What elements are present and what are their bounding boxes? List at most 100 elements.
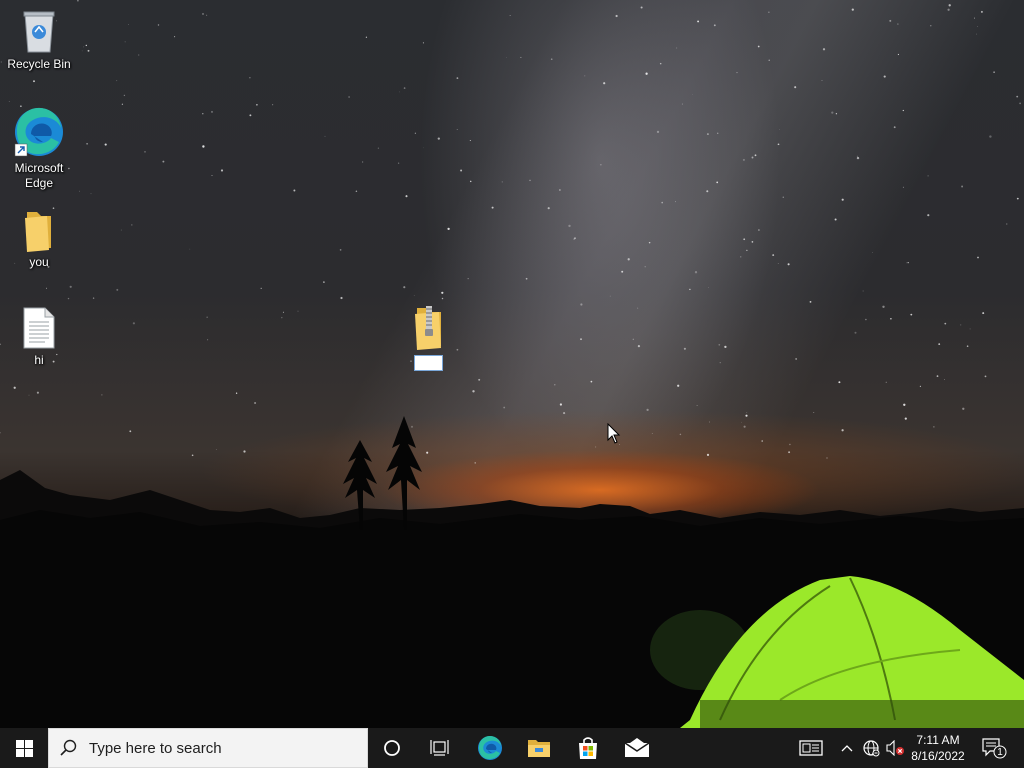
- star: [554, 384, 556, 386]
- star: [681, 103, 683, 105]
- star: [469, 180, 472, 183]
- star: [456, 77, 459, 79]
- star: [399, 91, 401, 93]
- network-button[interactable]: [860, 728, 882, 768]
- volume-button[interactable]: [884, 728, 906, 768]
- star: [574, 237, 576, 240]
- rename-input[interactable]: [414, 355, 443, 371]
- taskbar-mail-button[interactable]: [613, 728, 661, 768]
- star: [202, 13, 204, 15]
- star: [973, 17, 975, 19]
- star: [422, 42, 424, 44]
- star: [580, 303, 583, 306]
- taskbar-edge-button[interactable]: [466, 728, 514, 768]
- star: [413, 294, 415, 296]
- star: [677, 384, 680, 387]
- star: [520, 56, 522, 58]
- star: [272, 104, 274, 106]
- star: [355, 190, 358, 193]
- text-document-icon: [23, 307, 55, 349]
- desktop-icon-microsoft-edge[interactable]: Microsoft Edge: [1, 106, 77, 191]
- star: [339, 249, 342, 251]
- star: [777, 263, 779, 264]
- star: [831, 111, 834, 114]
- star: [116, 80, 118, 82]
- star: [529, 179, 531, 182]
- star: [689, 288, 691, 291]
- star: [447, 227, 450, 231]
- star: [90, 193, 92, 195]
- star: [648, 241, 651, 244]
- star: [980, 10, 983, 13]
- star: [809, 300, 812, 303]
- star: [132, 322, 135, 325]
- star: [365, 36, 368, 38]
- action-center-button[interactable]: 1: [978, 728, 1010, 768]
- star: [116, 288, 119, 291]
- star: [550, 58, 553, 61]
- taskbar-file-explorer-button[interactable]: [515, 728, 563, 768]
- search-box[interactable]: Type here to search: [48, 728, 368, 768]
- star: [584, 75, 586, 77]
- clock[interactable]: 7:11 AM 8/16/2022: [906, 728, 970, 768]
- star: [947, 8, 950, 11]
- star: [627, 258, 630, 261]
- star: [202, 113, 204, 115]
- star: [410, 360, 412, 362]
- file-explorer-icon: [528, 740, 550, 757]
- star: [87, 49, 90, 52]
- cortana-button[interactable]: [368, 728, 416, 768]
- star: [525, 277, 528, 280]
- desktop-icon-text-hi[interactable]: hi: [1, 306, 77, 368]
- star: [644, 266, 646, 268]
- star: [46, 287, 47, 289]
- star: [683, 347, 686, 350]
- star: [746, 249, 748, 251]
- star: [713, 24, 716, 27]
- star: [405, 195, 408, 198]
- star: [977, 26, 979, 27]
- star: [207, 339, 209, 341]
- clock-time: 7:11 AM: [916, 733, 960, 747]
- star: [902, 109, 904, 112]
- star: [718, 343, 721, 346]
- star: [890, 318, 892, 320]
- star: [509, 15, 511, 16]
- star: [324, 135, 326, 137]
- start-button[interactable]: [0, 728, 48, 768]
- star: [751, 241, 754, 243]
- star: [675, 201, 676, 203]
- star: [403, 286, 406, 289]
- star: [768, 59, 770, 61]
- star: [856, 155, 858, 157]
- show-hidden-icons-button[interactable]: [838, 728, 856, 768]
- star: [960, 324, 962, 326]
- star: [697, 20, 700, 23]
- star: [340, 296, 343, 300]
- star: [948, 4, 951, 7]
- star: [235, 392, 238, 394]
- task-view-button[interactable]: [416, 728, 464, 768]
- star: [834, 218, 837, 221]
- star: [121, 103, 124, 105]
- star: [966, 345, 969, 348]
- star: [885, 381, 887, 383]
- star: [202, 145, 205, 148]
- star: [249, 77, 251, 79]
- desktop-icon-label: Recycle Bin: [7, 57, 71, 71]
- desktop-icon-recycle-bin[interactable]: Recycle Bin: [1, 8, 77, 72]
- star: [944, 379, 945, 380]
- star: [123, 94, 126, 97]
- star: [580, 338, 582, 341]
- volume-muted-icon: [886, 740, 904, 756]
- star: [124, 41, 126, 43]
- desktop[interactable]: Recycle Bin Microsoft Edge you hi: [0, 0, 1024, 728]
- desktop-icon-new-zip-folder[interactable]: [391, 304, 467, 353]
- star: [719, 362, 721, 364]
- desktop-icon-folder-you[interactable]: you: [1, 208, 77, 270]
- star: [989, 135, 992, 138]
- star: [174, 36, 176, 38]
- taskbar-store-button[interactable]: [564, 728, 612, 768]
- star: [902, 186, 904, 188]
- news-interests-button[interactable]: [796, 728, 826, 768]
